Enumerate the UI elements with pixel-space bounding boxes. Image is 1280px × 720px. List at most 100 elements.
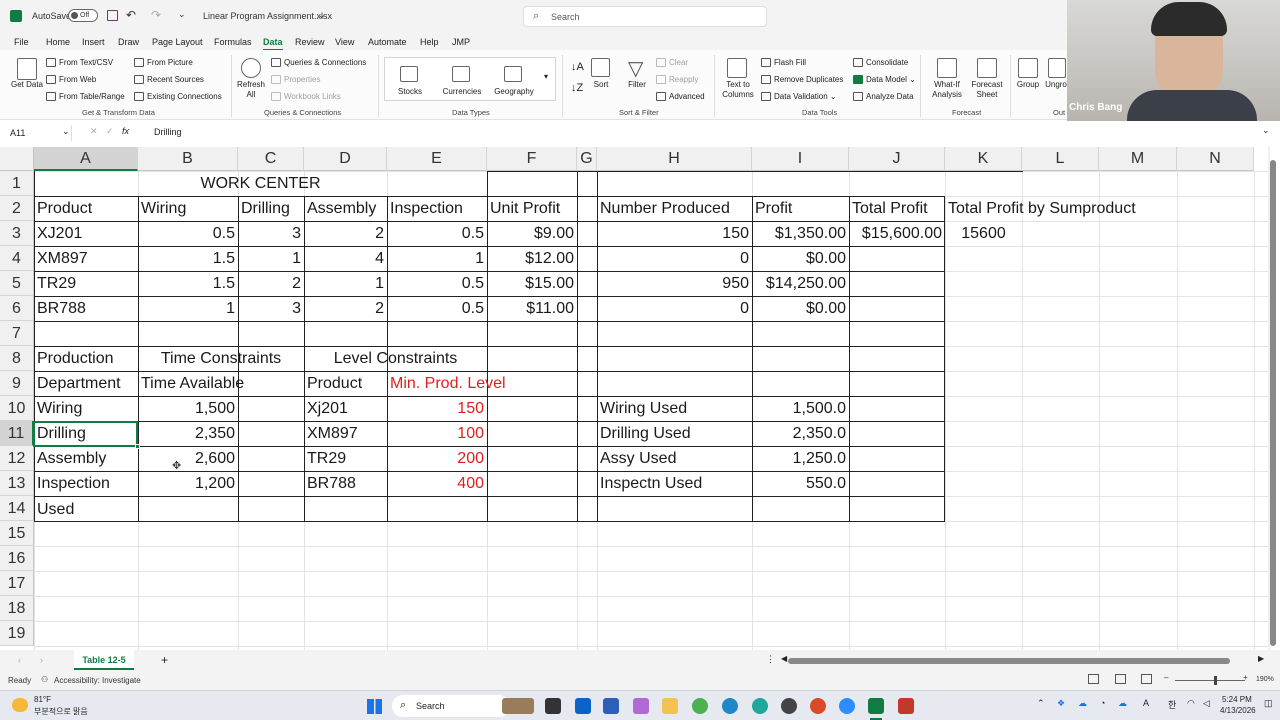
data-validation-button[interactable]: Data Validation ⌄: [761, 92, 837, 102]
dropbox-icon[interactable]: ❖: [1057, 698, 1065, 709]
cell-dept-min[interactable]: 200: [387, 446, 487, 471]
cell-dept-product[interactable]: XM897: [304, 421, 387, 446]
row-header-7[interactable]: 7: [0, 321, 34, 346]
undo-icon[interactable]: ↶: [126, 8, 136, 22]
cell-dept-time[interactable]: 1,500: [138, 396, 238, 421]
cell-product-drilling[interactable]: 1: [238, 246, 304, 271]
cell-f2[interactable]: Unit Profit: [487, 196, 563, 221]
pdf-icon[interactable]: [898, 698, 914, 714]
data-types-expand-icon[interactable]: ▾: [544, 72, 548, 81]
cell-dept-min[interactable]: 100: [387, 421, 487, 446]
cloud-icon[interactable]: ☁: [1118, 698, 1127, 709]
reapply-button[interactable]: Reapply: [656, 75, 698, 85]
vertical-scroll-thumb[interactable]: [1270, 160, 1276, 646]
column-header-a[interactable]: A: [34, 147, 138, 171]
redo-icon[interactable]: ↷: [151, 8, 161, 22]
cell-product-assembly[interactable]: 1: [304, 271, 387, 296]
chrome-icon[interactable]: [692, 698, 708, 714]
cell-time-constraints[interactable]: Time Constraints: [138, 346, 304, 371]
file-name[interactable]: Linear Program Assignment.xlsx: [203, 11, 332, 21]
ungroup-button[interactable]: Ungro: [1044, 80, 1068, 90]
horizontal-scrollbar[interactable]: [788, 658, 1230, 664]
cell-dept-used[interactable]: 550.0: [752, 471, 849, 496]
fill-handle[interactable]: [135, 444, 140, 449]
cell-b9[interactable]: Time Available: [138, 371, 247, 396]
cell-product-profit[interactable]: $14,250.00: [752, 271, 849, 296]
row-header-18[interactable]: 18: [0, 596, 34, 621]
windows-start-icon[interactable]: [367, 699, 382, 714]
onedrive-icon[interactable]: ☁: [1078, 698, 1087, 709]
tab-home[interactable]: Home: [46, 37, 70, 47]
prev-sheet-icon[interactable]: ‹: [18, 655, 21, 665]
cell-h2[interactable]: Number Produced: [597, 196, 733, 221]
cell-product-profit[interactable]: $0.00: [752, 296, 849, 321]
cell-dept-min[interactable]: 400: [387, 471, 487, 496]
flash-fill-button[interactable]: Flash Fill: [761, 58, 806, 68]
cell-product-drilling[interactable]: 2: [238, 271, 304, 296]
analyze-data-button[interactable]: Analyze Data: [853, 92, 914, 102]
weather-icon[interactable]: [12, 698, 28, 712]
row-header-2[interactable]: 2: [0, 196, 34, 221]
advanced-button[interactable]: Advanced: [656, 92, 705, 102]
row-header-14[interactable]: 14: [0, 496, 34, 521]
tab-jmp[interactable]: JMP: [452, 37, 470, 47]
outlook-icon[interactable]: [575, 698, 591, 714]
row-header-9[interactable]: 9: [0, 371, 34, 396]
row-header-13[interactable]: 13: [0, 471, 34, 496]
from-picture-button[interactable]: From Picture: [134, 58, 193, 68]
cell-product-drilling[interactable]: 3: [238, 221, 304, 246]
tray-chevron-icon[interactable]: ⌃: [1037, 698, 1045, 709]
refresh-all-button[interactable]: Refresh All: [235, 80, 267, 100]
cell-k3[interactable]: 15600: [945, 221, 1022, 246]
zoom-level[interactable]: 190%: [1256, 676, 1274, 683]
cell-dept-time[interactable]: 2,350: [138, 421, 238, 446]
row-header-3[interactable]: 3: [0, 221, 34, 246]
page-layout-view-icon[interactable]: [1115, 674, 1126, 684]
save-icon[interactable]: [107, 10, 118, 21]
cell-a8[interactable]: Production: [34, 346, 117, 371]
cell-dept-time[interactable]: 1,200: [138, 471, 238, 496]
cell-dept-used[interactable]: 1,500.0: [752, 396, 849, 421]
cell-product-inspection[interactable]: 1: [387, 246, 487, 271]
row-header-10[interactable]: 10: [0, 396, 34, 421]
cell-dept-min[interactable]: 150: [387, 396, 487, 421]
consolidate-button[interactable]: Consolidate: [853, 58, 908, 68]
word-icon[interactable]: [603, 698, 619, 714]
cell-a2[interactable]: Product: [34, 196, 95, 221]
sheet-bar-divider-icon[interactable]: ⋮: [766, 654, 775, 665]
cell-d2[interactable]: Assembly: [304, 196, 379, 221]
column-header-j[interactable]: J: [849, 147, 945, 171]
cell-dept-product[interactable]: Xj201: [304, 396, 387, 421]
cell-e9[interactable]: Min. Prod. Level: [387, 371, 509, 396]
cell-product-name[interactable]: TR29: [34, 271, 138, 296]
cell-dept-product[interactable]: TR29: [304, 446, 387, 471]
tab-help[interactable]: Help: [420, 37, 439, 47]
tab-automate[interactable]: Automate: [368, 37, 407, 47]
currencies-button[interactable]: Currencies: [438, 87, 486, 97]
cancel-icon[interactable]: ✕: [90, 126, 98, 137]
tab-page-layout[interactable]: Page Layout: [152, 37, 203, 47]
cell-product-produced[interactable]: 950: [597, 271, 752, 296]
cell-k2[interactable]: Total Profit by Sumproduct: [945, 196, 1139, 221]
cell-j2[interactable]: Total Profit: [849, 196, 931, 221]
group-button[interactable]: Group: [1012, 80, 1044, 90]
excel-taskbar-icon[interactable]: [868, 698, 884, 714]
cell-product-inspection[interactable]: 0.5: [387, 221, 487, 246]
get-data-button[interactable]: Get Data: [10, 80, 44, 90]
cell-product-produced[interactable]: 0: [597, 246, 752, 271]
cell-i2[interactable]: Profit: [752, 196, 795, 221]
taskbar-search[interactable]: ⌕ Search: [392, 695, 510, 717]
queries-connections-button[interactable]: Queries & Connections: [271, 58, 366, 68]
cell-product-profit[interactable]: $0.00: [752, 246, 849, 271]
column-header-m[interactable]: M: [1099, 147, 1177, 171]
insert-function-icon[interactable]: fx: [122, 126, 129, 136]
cell-product-unit_profit[interactable]: $9.00: [487, 221, 577, 246]
edge-dev-icon[interactable]: [752, 698, 768, 714]
weather-temp[interactable]: 81°F: [34, 695, 51, 704]
from-web-button[interactable]: From Web: [46, 75, 96, 85]
cell-product-wiring[interactable]: 1: [138, 296, 238, 321]
zoom-slider-thumb[interactable]: [1214, 676, 1217, 685]
cell-product-produced[interactable]: 0: [597, 296, 752, 321]
autosave-toggle[interactable]: Off: [68, 9, 98, 22]
volume-icon[interactable]: ◁: [1203, 698, 1210, 709]
